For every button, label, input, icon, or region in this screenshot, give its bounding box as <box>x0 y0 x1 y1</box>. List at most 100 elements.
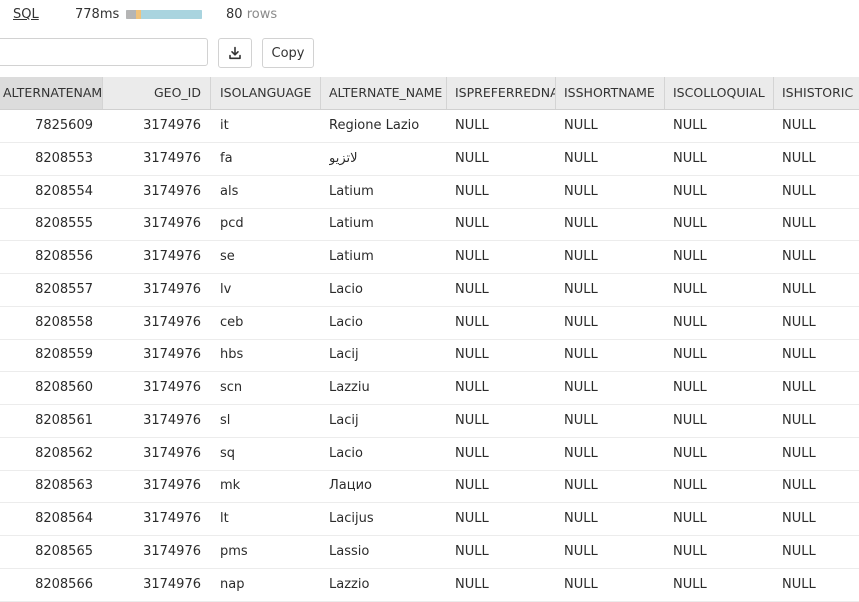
table-cell[interactable]: Lazziu <box>329 372 446 404</box>
table-cell[interactable]: 3174976 <box>103 143 201 175</box>
download-button[interactable] <box>218 38 252 68</box>
table-cell[interactable]: 8208560 <box>0 372 93 404</box>
table-cell[interactable]: 8208558 <box>0 307 93 339</box>
table-cell[interactable]: NULL <box>564 405 664 437</box>
table-cell[interactable]: 8208562 <box>0 438 93 470</box>
table-cell[interactable]: NULL <box>455 536 555 568</box>
table-cell[interactable]: scn <box>220 372 320 404</box>
table-cell[interactable]: NULL <box>673 503 773 535</box>
table-cell[interactable]: 8208554 <box>0 176 93 208</box>
table-row[interactable]: 8208558 3174976 ceb Lacio NULL NULL NULL NULL <box>0 307 859 340</box>
table-cell[interactable]: 3174976 <box>103 503 201 535</box>
table-row[interactable]: 8208562 3174976 sq Lacio NULL NULL NULL NULL <box>0 438 859 471</box>
table-cell[interactable]: NULL <box>782 241 859 273</box>
table-cell[interactable]: NULL <box>782 438 859 470</box>
table-cell[interactable]: ceb <box>220 307 320 339</box>
table-cell[interactable]: Lacio <box>329 274 446 306</box>
table-cell[interactable]: NULL <box>782 307 859 339</box>
table-cell[interactable]: NULL <box>782 405 859 437</box>
table-cell[interactable]: NULL <box>673 274 773 306</box>
table-cell[interactable]: 3174976 <box>103 274 201 306</box>
table-cell[interactable]: NULL <box>782 143 859 175</box>
table-cell[interactable]: 7825609 <box>0 110 93 142</box>
table-cell[interactable]: NULL <box>673 470 773 502</box>
table-cell[interactable]: 8208553 <box>0 143 93 175</box>
table-cell[interactable]: fa <box>220 143 320 175</box>
table-row[interactable]: 8208555 3174976 pcd Latium NULL NULL NULL NULL <box>0 208 859 242</box>
table-cell[interactable]: Lacio <box>329 438 446 470</box>
table-cell[interactable]: 3174976 <box>103 405 201 437</box>
column-header[interactable]: ISOLANGUAGE <box>211 77 321 109</box>
table-cell[interactable]: 3174976 <box>103 339 201 371</box>
column-header[interactable]: GEO_ID <box>103 77 211 109</box>
table-cell[interactable]: NULL <box>455 503 555 535</box>
table-cell[interactable]: NULL <box>673 143 773 175</box>
table-cell[interactable]: NULL <box>455 208 555 240</box>
table-row[interactable]: 8208554 3174976 als Latium NULL NULL NULL NULL <box>0 176 859 209</box>
table-cell[interactable]: NULL <box>564 208 664 240</box>
column-header[interactable]: ISSHORTNAME <box>556 77 665 109</box>
table-cell[interactable]: Lacij <box>329 405 446 437</box>
table-cell[interactable]: NULL <box>782 176 859 208</box>
table-cell[interactable]: NULL <box>455 470 555 502</box>
table-cell[interactable]: 8208565 <box>0 536 93 568</box>
table-cell[interactable]: 8208561 <box>0 405 93 437</box>
table-cell[interactable]: لاتزیو <box>329 143 446 175</box>
table-row[interactable]: 8208556 3174976 se Latium NULL NULL NULL NULL <box>0 241 859 274</box>
table-cell[interactable]: NULL <box>455 274 555 306</box>
table-cell[interactable]: NULL <box>782 208 859 240</box>
table-cell[interactable]: NULL <box>564 176 664 208</box>
table-cell[interactable]: NULL <box>673 339 773 371</box>
table-cell[interactable]: lt <box>220 503 320 535</box>
table-cell[interactable]: NULL <box>564 569 664 601</box>
table-cell[interactable]: NULL <box>673 372 773 404</box>
table-cell[interactable]: NULL <box>455 438 555 470</box>
table-cell[interactable]: Лацио <box>329 470 446 502</box>
filter-input[interactable] <box>0 38 208 66</box>
table-cell[interactable]: NULL <box>564 143 664 175</box>
table-cell[interactable]: NULL <box>564 470 664 502</box>
table-cell[interactable]: NULL <box>782 536 859 568</box>
table-cell[interactable]: 8208563 <box>0 470 93 502</box>
table-cell[interactable]: pcd <box>220 208 320 240</box>
table-cell[interactable]: NULL <box>673 176 773 208</box>
table-cell[interactable]: NULL <box>564 372 664 404</box>
table-cell[interactable]: NULL <box>455 143 555 175</box>
table-cell[interactable]: NULL <box>673 208 773 240</box>
table-cell[interactable]: NULL <box>673 569 773 601</box>
table-cell[interactable]: NULL <box>455 176 555 208</box>
column-header[interactable]: ALTERNATE_NAME <box>321 77 447 109</box>
table-cell[interactable]: nap <box>220 569 320 601</box>
table-cell[interactable]: NULL <box>782 569 859 601</box>
table-cell[interactable]: NULL <box>455 405 555 437</box>
table-cell[interactable]: NULL <box>673 405 773 437</box>
table-row[interactable]: 7825609 3174976 it Regione Lazio NULL NULL NUL… <box>0 110 859 143</box>
table-cell[interactable]: sl <box>220 405 320 437</box>
table-cell[interactable]: 8208556 <box>0 241 93 273</box>
table-cell[interactable]: NULL <box>564 536 664 568</box>
table-cell[interactable]: NULL <box>673 241 773 273</box>
table-cell[interactable]: NULL <box>782 470 859 502</box>
table-cell[interactable]: NULL <box>455 307 555 339</box>
table-cell[interactable]: 8208559 <box>0 339 93 371</box>
copy-button[interactable]: Copy <box>262 38 314 68</box>
column-header[interactable]: ISHISTORIC <box>774 77 859 109</box>
table-cell[interactable]: NULL <box>673 307 773 339</box>
table-cell[interactable]: NULL <box>782 372 859 404</box>
table-cell[interactable]: hbs <box>220 339 320 371</box>
table-cell[interactable]: NULL <box>455 110 555 142</box>
table-cell[interactable]: Latium <box>329 241 446 273</box>
table-cell[interactable]: NULL <box>673 536 773 568</box>
table-cell[interactable]: sq <box>220 438 320 470</box>
table-cell[interactable]: NULL <box>564 110 664 142</box>
table-cell[interactable]: NULL <box>782 110 859 142</box>
table-cell[interactable]: NULL <box>564 503 664 535</box>
table-cell[interactable]: 3174976 <box>103 372 201 404</box>
table-cell[interactable]: Latium <box>329 176 446 208</box>
table-cell[interactable]: NULL <box>564 241 664 273</box>
table-cell[interactable]: 8208566 <box>0 569 93 601</box>
table-cell[interactable]: mk <box>220 470 320 502</box>
table-cell[interactable]: 3174976 <box>103 470 201 502</box>
table-cell[interactable]: NULL <box>455 569 555 601</box>
table-cell[interactable]: 8208555 <box>0 208 93 240</box>
